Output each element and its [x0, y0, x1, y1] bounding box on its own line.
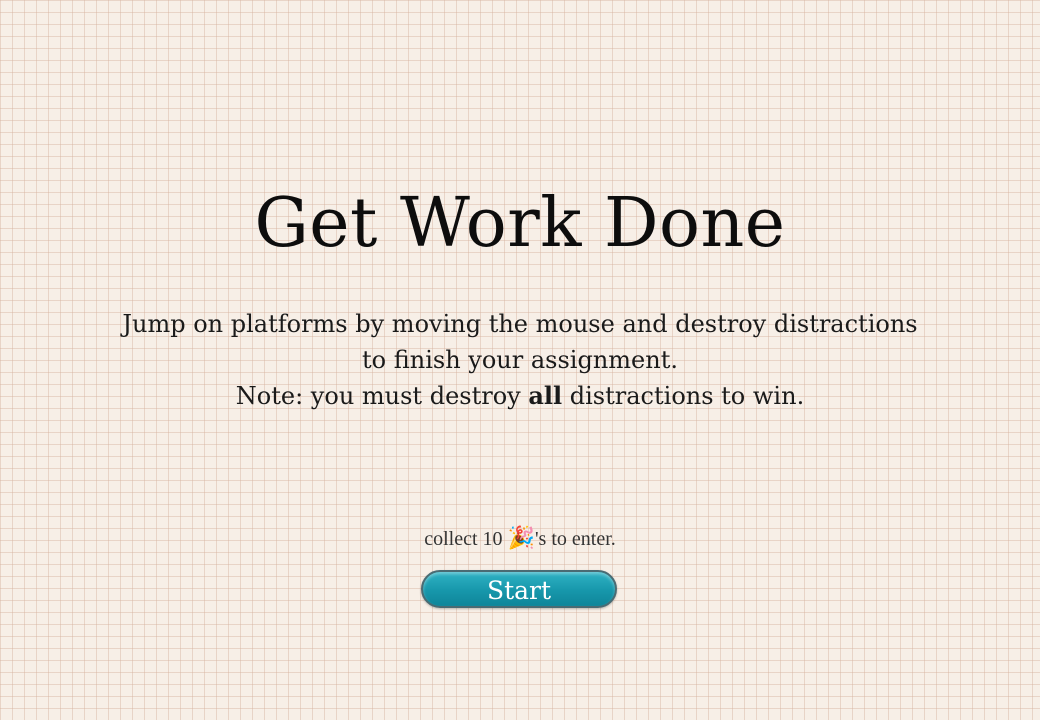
- note-suffix: distractions to win.: [562, 382, 805, 410]
- note-emphasis: all: [528, 381, 563, 410]
- entry-prefix: collect 10: [424, 528, 508, 550]
- instructions: Jump on platforms by moving the mouse an…: [0, 306, 1040, 414]
- entry-suffix: 's to enter.: [534, 528, 616, 550]
- entry-requirement: collect 10 🎉's to enter.: [0, 526, 1040, 551]
- start-button[interactable]: Start: [421, 570, 617, 608]
- instructions-line-2: to finish your assignment.: [362, 346, 678, 374]
- party-popper-icon: 🎉: [507, 526, 535, 551]
- instructions-note: Note: you must destroy all distractions …: [0, 378, 1040, 414]
- game-title: Get Work Done: [254, 184, 786, 263]
- note-prefix: Note: you must destroy: [235, 382, 529, 410]
- instructions-line-1: Jump on platforms by moving the mouse an…: [122, 310, 918, 338]
